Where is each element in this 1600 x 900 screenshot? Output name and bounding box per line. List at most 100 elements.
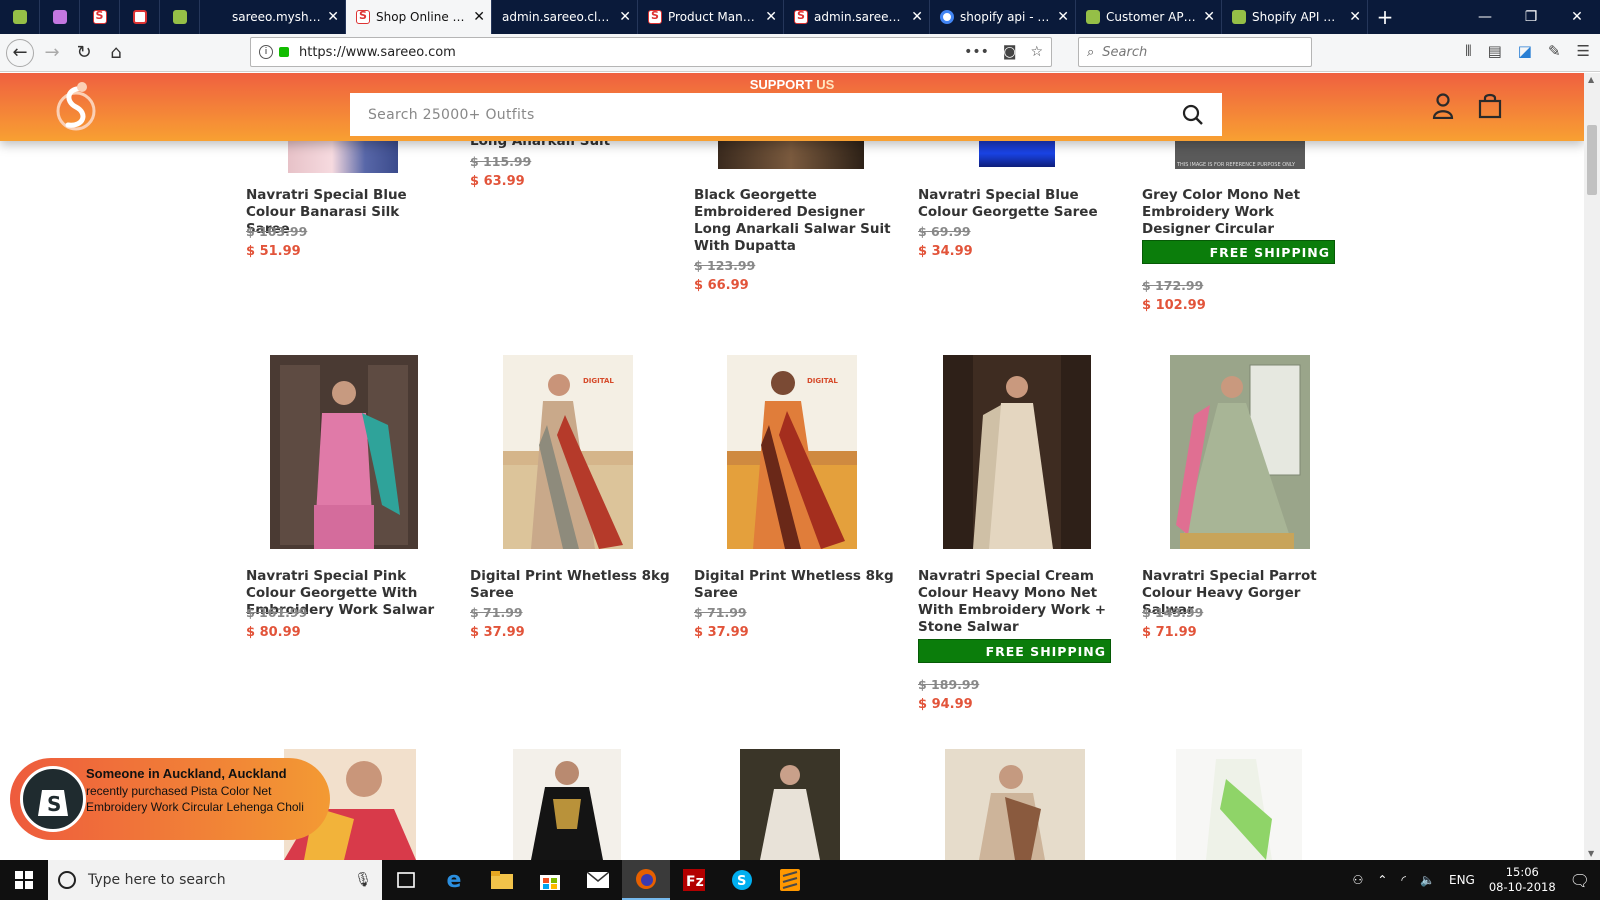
support-banner[interactable]: SUPPORT US [0, 77, 1584, 92]
tab-admin-sareeo-clothing[interactable]: admin.sareeo.clothing ✕ [492, 0, 638, 34]
address-bar[interactable]: i https://www.sareeo.com ••• ◙ ☆ [250, 37, 1052, 67]
reload-button[interactable]: ↻ [70, 39, 98, 67]
product-image[interactable] [1176, 749, 1302, 860]
product-name[interactable]: Navratri Special Cream Colour Heavy Mono… [918, 568, 1118, 636]
close-window-icon[interactable]: ✕ [1554, 0, 1600, 34]
browser-toolbar: ← → ↻ ⌂ i https://www.sareeo.com ••• ◙ ☆… [0, 34, 1600, 72]
tab-product-manage[interactable]: Product Manage ✕ [638, 0, 784, 34]
mail-app[interactable] [574, 860, 622, 900]
tab-admin-sareeo-clo[interactable]: admin.sareeo.clo ✕ [784, 0, 930, 34]
menu-icon[interactable]: ☰ [1577, 42, 1590, 60]
tab-shopify-api-you[interactable]: Shopify API — Yo ✕ [1222, 0, 1368, 34]
tab-shop-online-saree[interactable]: Shop Online Saree ✕ [346, 0, 492, 34]
compare-price: $ 161.99 [246, 605, 308, 620]
toolbar-right-icons: ⫴ ▤ ◪ ✎ ☰ [1465, 42, 1590, 60]
browser-search-box[interactable]: ⌕ Search [1078, 37, 1312, 67]
close-icon[interactable]: ✕ [1057, 9, 1069, 25]
sublime-icon [780, 869, 800, 891]
sublime-app[interactable] [766, 860, 814, 900]
info-icon[interactable]: i [259, 45, 273, 59]
show-hidden-icons[interactable]: ⌃ [1377, 873, 1387, 887]
product-image[interactable] [943, 355, 1091, 549]
tab-customer-apis[interactable]: Customer APIs · ✕ [1076, 0, 1222, 34]
task-view-button[interactable] [382, 860, 430, 900]
sidebar-icon[interactable]: ▤ [1488, 42, 1502, 60]
new-tab-button[interactable]: + [1368, 0, 1402, 34]
sareeo-logo[interactable] [52, 79, 102, 133]
volume-icon[interactable]: 🔈 [1420, 873, 1435, 887]
wifi-icon[interactable]: ◜ [1401, 873, 1406, 887]
tab-shopify-api-google[interactable]: shopify api - Goo ✕ [930, 0, 1076, 34]
back-button[interactable]: ← [6, 38, 34, 67]
pinned-tab-shopify-2[interactable] [160, 0, 200, 34]
firefox-app[interactable] [622, 860, 670, 900]
product-image[interactable] [270, 355, 418, 549]
pinned-tab-sareeo[interactable] [80, 0, 120, 34]
compare-price: $ 71.99 [470, 605, 523, 620]
pinned-tab-gmail[interactable] [120, 0, 160, 34]
people-icon[interactable]: ⚇ [1353, 873, 1364, 887]
cart-bag-icon[interactable] [1478, 93, 1502, 119]
screenshot-icon[interactable]: ◪ [1518, 42, 1532, 60]
close-icon[interactable]: ✕ [911, 9, 923, 25]
product-name[interactable]: Black Georgette Embroidered Designer Lon… [694, 187, 894, 255]
product-name[interactable]: Navratri Special Blue Colour Georgette S… [918, 187, 1118, 221]
scroll-down-icon[interactable]: ▼ [1588, 849, 1594, 858]
shopify-icon [1232, 10, 1246, 24]
page-actions-icon[interactable]: ••• [964, 44, 989, 60]
tab-title: shopify api - Goo [960, 10, 1052, 24]
popup-message: recently purchased Pista Color Net Embro… [86, 784, 304, 814]
bookmark-star-icon[interactable]: ☆ [1030, 44, 1043, 60]
product-image[interactable] [513, 749, 621, 860]
store-app[interactable] [526, 860, 574, 900]
product-image[interactable] [1170, 355, 1310, 549]
digital-tag: DIGITAL [807, 377, 838, 385]
google-icon [940, 10, 954, 24]
language-indicator[interactable]: ENG [1449, 873, 1475, 887]
search-icon[interactable] [1182, 104, 1204, 126]
account-icon[interactable] [1432, 93, 1454, 119]
action-center-icon[interactable]: 🗨 [1570, 871, 1590, 890]
scrollbar-thumb[interactable] [1587, 125, 1597, 195]
compare-price: $ 189.99 [918, 677, 980, 692]
recent-purchase-popup[interactable]: S Someone in Auckland, Auckland recently… [10, 758, 330, 840]
pinned-tab-trello[interactable] [40, 0, 80, 34]
pocket-icon[interactable]: ◙ [1003, 44, 1017, 60]
library-icon[interactable]: ⫴ [1465, 42, 1471, 60]
tab-sareeo-myshopify[interactable]: sareeo.myshopify ✕ [200, 0, 346, 34]
eyedropper-icon[interactable]: ✎ [1548, 42, 1561, 60]
site-header: SUPPORT US Search 25000+ Outfits [0, 73, 1584, 141]
windows-start-button[interactable] [0, 860, 48, 900]
restore-icon[interactable]: ❐ [1508, 0, 1554, 34]
site-search-box[interactable]: Search 25000+ Outfits [350, 93, 1222, 136]
edge-app[interactable]: e [430, 860, 478, 900]
product-name[interactable]: Digital Print Whetless 8kg Saree [470, 568, 670, 602]
search-icon: ⌕ [1087, 44, 1095, 60]
pinned-tab-shopify[interactable] [0, 0, 40, 34]
skype-app[interactable]: S [718, 860, 766, 900]
lock-icon[interactable] [279, 47, 289, 57]
product-name[interactable]: Digital Print Whetless 8kg Saree [694, 568, 894, 602]
close-icon[interactable]: ✕ [1349, 9, 1361, 25]
minimize-icon[interactable]: — [1462, 0, 1508, 34]
filezilla-app[interactable]: Fz [670, 860, 718, 900]
product-image[interactable] [740, 749, 840, 860]
home-button[interactable]: ⌂ [102, 39, 130, 67]
scroll-up-icon[interactable]: ▲ [1588, 75, 1594, 84]
close-icon[interactable]: ✕ [1203, 9, 1215, 25]
taskbar-search-box[interactable]: Type here to search 🎙 [48, 860, 382, 900]
compare-price: $ 143.99 [1142, 605, 1204, 620]
product-image[interactable] [945, 749, 1085, 860]
close-icon[interactable]: ✕ [619, 9, 631, 25]
cortana-icon [58, 871, 76, 889]
close-icon[interactable]: ✕ [765, 9, 777, 25]
page-scrollbar[interactable]: ▲ ▼ [1584, 73, 1600, 860]
clock[interactable]: 15:06 08-10-2018 [1489, 865, 1556, 895]
close-icon[interactable]: ✕ [327, 9, 339, 25]
microphone-icon[interactable]: 🎙 [354, 872, 372, 888]
forward-button[interactable]: → [38, 39, 66, 67]
close-icon[interactable]: ✕ [473, 9, 485, 25]
compare-price: $ 115.99 [470, 154, 532, 169]
file-explorer-app[interactable] [478, 860, 526, 900]
url-text[interactable]: https://www.sareeo.com [299, 45, 964, 60]
